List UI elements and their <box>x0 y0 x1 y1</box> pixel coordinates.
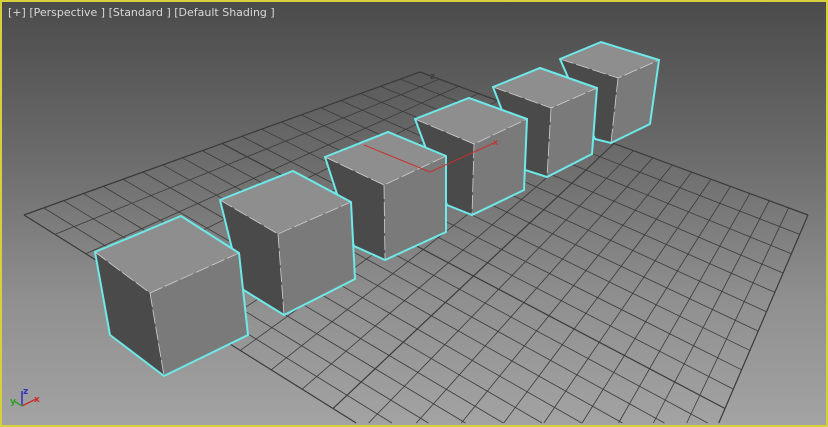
tripod-x: x <box>34 395 40 405</box>
tripod-y: y <box>10 397 16 407</box>
scene-canvas[interactable]: z x <box>2 2 826 425</box>
grid-line <box>503 171 692 424</box>
viewport-plus-menu[interactable]: [+] <box>8 6 26 19</box>
grid-line <box>618 193 751 424</box>
axis-tripod-icon: z x y <box>10 387 40 407</box>
viewport-label-menu: [+] [Perspective ] [Standard ] [Default … <box>8 6 275 19</box>
perspective-viewport[interactable]: z x [+] [Perspective ] [Standard ] [Defa… <box>0 0 828 427</box>
viewport-view-menu[interactable]: [Perspective ] <box>29 6 105 19</box>
viewport-shading-menu[interactable]: [Default Shading ] <box>174 6 274 19</box>
viewport-style-menu[interactable]: [Standard ] <box>109 6 171 19</box>
pivot-x-label: x <box>493 138 499 148</box>
box-object-6[interactable] <box>93 214 250 378</box>
grid-line <box>543 179 712 424</box>
grid-line <box>581 186 731 424</box>
grid-line <box>686 207 789 424</box>
grid-z-label: z <box>430 72 435 82</box>
tripod-z: z <box>23 387 28 397</box>
